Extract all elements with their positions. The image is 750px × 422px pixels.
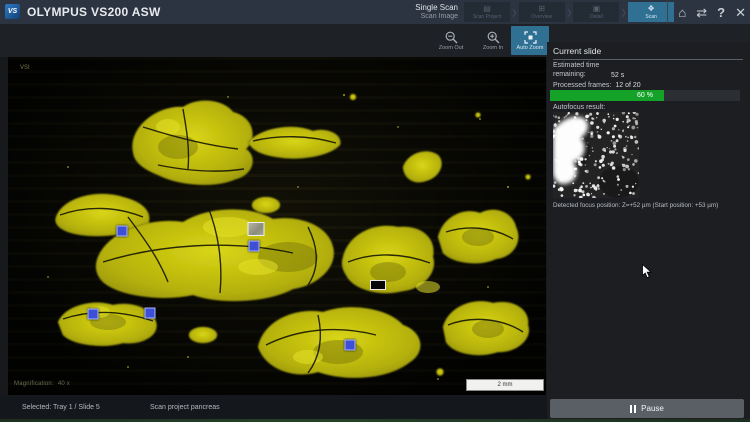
- auto-zoom-icon: [524, 31, 537, 44]
- scan-frame-marker-blue[interactable]: [345, 340, 356, 351]
- scan-progress-bar: 60 %: [550, 90, 740, 101]
- scan-mode-indicator: Single Scan Scan Image: [382, 3, 458, 21]
- status-bar: Selected: Tray 1 / Slide 5 Scan project …: [0, 395, 547, 422]
- panel-title: Current slide: [553, 46, 743, 60]
- home-icon[interactable]: ⌂: [678, 6, 686, 19]
- window-title: OLYMPUS VS200 ASW: [27, 5, 161, 19]
- scan-frame-marker-blue[interactable]: [88, 309, 99, 320]
- detail-icon: ▣: [593, 4, 601, 13]
- zoom-out-button[interactable]: Zoom Out: [432, 26, 470, 55]
- scan-project-icon: ▤: [483, 4, 491, 13]
- magnification-readout: Magnification:40 x: [14, 381, 70, 387]
- scale-bar: 2 mm: [466, 379, 544, 391]
- scan-icon: ❖: [648, 4, 655, 13]
- app-logo-icon: VS: [5, 4, 20, 19]
- progress-percent-label: 60 %: [550, 90, 740, 101]
- autofocus-result-image: [553, 112, 639, 198]
- chevron-separator: ❯: [510, 8, 519, 17]
- close-icon[interactable]: ✕: [735, 6, 746, 19]
- autofocus-result-label: Autofocus result:: [553, 104, 605, 111]
- tissue-scan-image: [8, 57, 546, 395]
- zoom-in-icon: [487, 31, 500, 44]
- overview-icon: ⊞: [538, 4, 545, 13]
- step-overview[interactable]: ⊞ Overview: [519, 2, 565, 22]
- slide-viewer-canvas[interactable]: VSI Magnification:40 x 2 mm: [8, 57, 546, 395]
- step-detail[interactable]: ▣ Detail: [573, 2, 619, 22]
- workflow-steps: ▤ Scan Project ❯ ⊞ Overview ❯ ▣ Detail ❯…: [464, 2, 674, 22]
- detected-focus-position: Detected focus position: Z=+52 µm (Start…: [553, 202, 747, 209]
- scan-mode-line1: Single Scan: [382, 3, 458, 12]
- auto-zoom-button[interactable]: Auto Zoom: [511, 26, 549, 55]
- estimated-time-value: 52 s: [611, 72, 624, 79]
- zoom-out-icon: [445, 31, 458, 44]
- scan-frame-marker-black[interactable]: [370, 280, 386, 290]
- scan-project-status: Scan project pancreas: [150, 404, 220, 411]
- processed-frames-row: Processed frames:12 of 20: [553, 82, 641, 89]
- window-controls: ⌂ ⇄ ? ✕: [667, 1, 746, 23]
- scan-frame-marker-blue[interactable]: [249, 241, 260, 252]
- chevron-separator: ❯: [565, 8, 574, 17]
- estimated-time-label: Estimated time remaining:: [553, 62, 609, 79]
- scan-frame-marker-blue[interactable]: [117, 226, 128, 237]
- chevron-separator: ❯: [619, 8, 628, 17]
- viewer-corner-label: VSI: [20, 65, 30, 71]
- zoom-in-button[interactable]: Zoom In: [474, 26, 512, 55]
- scan-mode-line2: Scan Image: [382, 12, 458, 21]
- estimated-time-row: Estimated time remaining: 52 s: [553, 62, 743, 79]
- scan-frame-marker-blue[interactable]: [145, 308, 156, 319]
- step-scan-project[interactable]: ▤ Scan Project: [464, 2, 510, 22]
- current-slide-panel: Current slide Estimated time remaining: …: [547, 42, 750, 422]
- mouse-cursor: [642, 264, 653, 280]
- switch-layout-icon[interactable]: ⇄: [696, 6, 707, 19]
- pause-icon: [630, 405, 636, 413]
- help-icon[interactable]: ?: [717, 6, 725, 19]
- application-window: VS OLYMPUS VS200 ASW Single Scan Scan Im…: [0, 0, 750, 422]
- camera-frame-marker[interactable]: [248, 222, 265, 236]
- title-bar: VS OLYMPUS VS200 ASW Single Scan Scan Im…: [0, 0, 750, 24]
- selected-slide-status: Selected: Tray 1 / Slide 5: [22, 404, 100, 411]
- pause-button[interactable]: Pause: [550, 399, 744, 418]
